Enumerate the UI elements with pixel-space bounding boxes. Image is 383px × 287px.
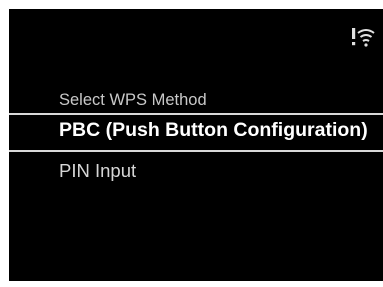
menu-title: Select WPS Method <box>59 91 207 109</box>
wifi-alert-icon <box>352 25 376 53</box>
menu-item-pin-input[interactable]: PIN Input <box>59 160 136 182</box>
display-screen: Select WPS Method PBC (Push Button Confi… <box>9 9 383 281</box>
selection-top-border <box>9 113 383 115</box>
menu-item-pbc[interactable]: PBC (Push Button Configuration) <box>59 119 368 142</box>
selection-bottom-border <box>9 150 383 152</box>
